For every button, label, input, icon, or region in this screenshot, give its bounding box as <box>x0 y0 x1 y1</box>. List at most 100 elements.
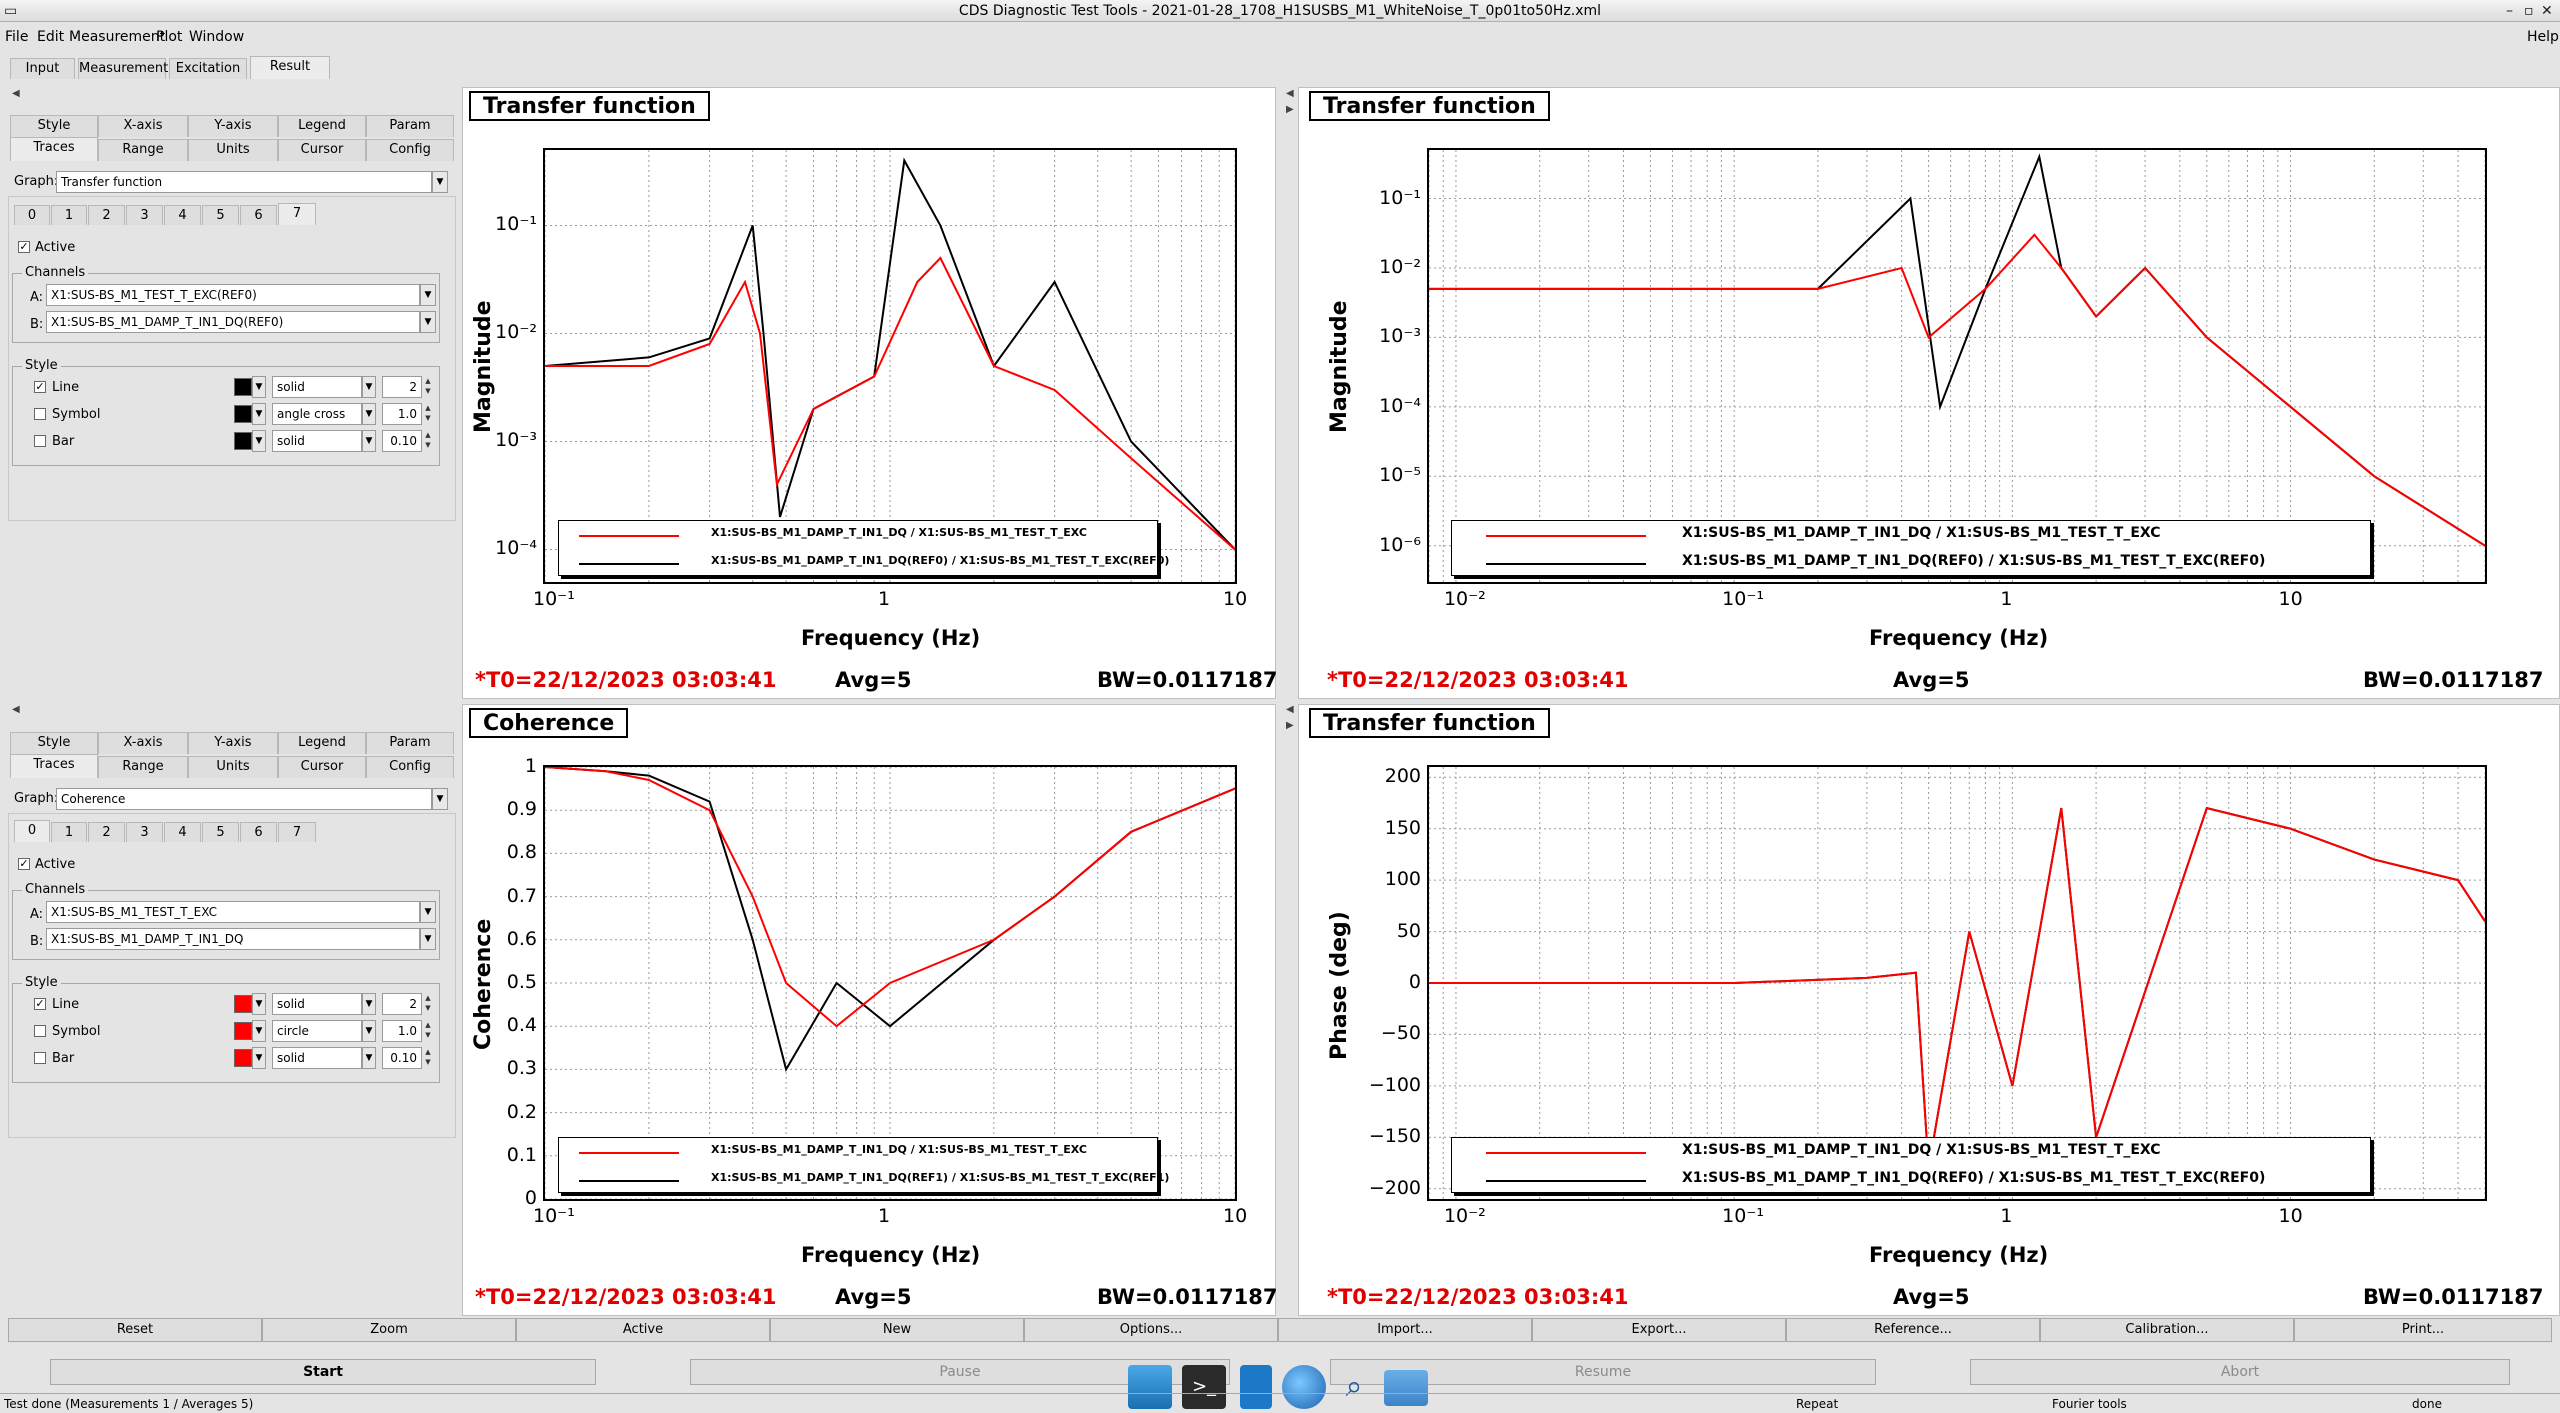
title-bar: ▭ CDS Diagnostic Test Tools - 2021-01-28… <box>0 0 2560 22</box>
tab-units[interactable]: Units <box>188 139 278 161</box>
x-tick-label: 10 <box>2278 588 2303 610</box>
menu-edit[interactable]: Edit <box>37 29 64 45</box>
y-tick-label: 0.4 <box>506 1014 537 1037</box>
legend-swatch <box>1486 535 1646 537</box>
plot-area[interactable] <box>1427 765 2487 1201</box>
tab-range[interactable]: Range <box>98 756 188 778</box>
legend-swatch <box>1486 1180 1646 1182</box>
y-tick-label: 10⁻⁴ <box>495 537 537 560</box>
collapse-left-icon[interactable]: ◀ <box>12 88 20 99</box>
tab-cursor[interactable]: Cursor <box>278 139 366 161</box>
close-icon[interactable]: ✕ <box>2541 0 2553 22</box>
new-button[interactable]: New <box>770 1318 1024 1342</box>
t0-label: *T0=22/12/2023 03:03:41 <box>1327 668 1629 692</box>
graph-select[interactable]: Coherence <box>56 788 432 810</box>
t0-label: *T0=22/12/2023 03:03:41 <box>475 668 777 692</box>
tab-param[interactable]: Param <box>366 115 454 137</box>
legend-swatch <box>579 1152 679 1154</box>
traces-frame <box>8 813 456 1138</box>
collapse-left-icon[interactable]: ◀ <box>12 704 20 715</box>
chevron-down-icon[interactable]: ▼ <box>432 788 448 810</box>
menu-help[interactable]: Help <box>2527 29 2559 45</box>
tab-range[interactable]: Range <box>98 139 188 161</box>
tab-y-axis[interactable]: Y-axis <box>188 115 278 137</box>
tab-style[interactable]: Style <box>10 115 98 137</box>
reset-button[interactable]: Reset <box>8 1318 262 1342</box>
legend: X1:SUS-BS_M1_DAMP_T_IN1_DQ / X1:SUS-BS_M… <box>1451 520 2371 576</box>
export-button[interactable]: Export... <box>1532 1318 1786 1342</box>
tab-legend[interactable]: Legend <box>278 115 366 137</box>
plot-area[interactable] <box>543 148 1237 584</box>
print-button[interactable]: Print... <box>2294 1318 2552 1342</box>
y-tick-label: 0.8 <box>506 841 537 864</box>
start-button[interactable]: Start <box>50 1359 596 1385</box>
y-axis-label: Coherence <box>471 918 496 1050</box>
series-line-1 <box>1429 806 2485 1169</box>
y-tick-label: 10⁻³ <box>1379 325 1421 348</box>
tab-y-axis[interactable]: Y-axis <box>188 732 278 754</box>
graph-title: Transfer function <box>1309 708 1550 738</box>
menu-file[interactable]: File <box>5 29 28 45</box>
y-tick-label: 200 <box>1384 765 1421 788</box>
legend-swatch <box>1486 1152 1646 1154</box>
x-axis-label: Frequency (Hz) <box>801 1243 981 1267</box>
legend-entry: X1:SUS-BS_M1_DAMP_T_IN1_DQ / X1:SUS-BS_M… <box>1452 1138 2370 1166</box>
legend-entry: X1:SUS-BS_M1_DAMP_T_IN1_DQ / X1:SUS-BS_M… <box>1452 521 2370 549</box>
window-title: CDS Diagnostic Test Tools - 2021-01-28_1… <box>958 3 1602 19</box>
graph-panel-4: Transfer function Phase (deg) Frequency … <box>1298 704 2560 1316</box>
series-line-0 <box>1429 806 2485 1169</box>
tab-units[interactable]: Units <box>188 756 278 778</box>
maximize-icon[interactable]: ▫ <box>2524 0 2534 22</box>
menu-measurement[interactable]: Measurement <box>69 29 165 45</box>
plot-area[interactable] <box>543 765 1237 1201</box>
x-tick-label: 10 <box>1223 588 1248 610</box>
chevron-down-icon[interactable]: ▼ <box>432 171 448 193</box>
x-tick-label: 10 <box>1223 1205 1248 1227</box>
zoom-button[interactable]: Zoom <box>262 1318 516 1342</box>
tab-style[interactable]: Style <box>10 732 98 754</box>
tab-legend[interactable]: Legend <box>278 732 366 754</box>
x-tick-label: 10⁻² <box>1443 588 1486 610</box>
window-menu-icon[interactable]: ▭ <box>4 0 17 22</box>
tab-input[interactable]: Input <box>10 58 75 79</box>
y-tick-label: 10⁻⁵ <box>1379 464 1421 487</box>
collapse-arrow-icon[interactable]: ▶ <box>1286 104 1294 115</box>
legend-text: X1:SUS-BS_M1_DAMP_T_IN1_DQ / X1:SUS-BS_M… <box>711 526 1087 539</box>
legend: X1:SUS-BS_M1_DAMP_T_IN1_DQ / X1:SUS-BS_M… <box>558 1137 1169 1193</box>
menu-window[interactable]: Window <box>189 29 244 45</box>
plot-area[interactable] <box>1427 148 2487 584</box>
x-tick-label: 1 <box>878 588 891 610</box>
tab-config[interactable]: Config <box>366 139 454 161</box>
tab-x-axis[interactable]: X-axis <box>98 732 188 754</box>
tab-excitation[interactable]: Excitation <box>169 58 247 79</box>
graph-title: Transfer function <box>1309 91 1550 121</box>
tab-cursor[interactable]: Cursor <box>278 756 366 778</box>
graph-select[interactable]: Transfer function <box>56 171 432 193</box>
tab-param[interactable]: Param <box>366 732 454 754</box>
tab-traces[interactable]: Traces <box>10 137 98 161</box>
options-button[interactable]: Options... <box>1024 1318 1278 1342</box>
legend-swatch <box>579 563 679 565</box>
expand-arrow-icon[interactable]: ◀ <box>1286 704 1294 715</box>
calibration-button[interactable]: Calibration... <box>2040 1318 2294 1342</box>
t0-label: *T0=22/12/2023 03:03:41 <box>1327 1285 1629 1309</box>
tab-traces[interactable]: Traces <box>10 754 98 778</box>
tab-x-axis[interactable]: X-axis <box>98 115 188 137</box>
import-button[interactable]: Import... <box>1278 1318 1532 1342</box>
tab-config[interactable]: Config <box>366 756 454 778</box>
minimize-icon[interactable]: – <box>2506 0 2513 22</box>
y-tick-label: 10⁻⁴ <box>1379 394 1421 417</box>
reference-button[interactable]: Reference... <box>1786 1318 2040 1342</box>
collapse-arrow-icon[interactable]: ▶ <box>1286 720 1294 731</box>
legend: X1:SUS-BS_M1_DAMP_T_IN1_DQ / X1:SUS-BS_M… <box>1451 1137 2371 1193</box>
tab-result[interactable]: Result <box>250 56 330 79</box>
legend-text: X1:SUS-BS_M1_DAMP_T_IN1_DQ(REF1) / X1:SU… <box>711 1171 1170 1184</box>
y-tick-label: 0.5 <box>506 971 537 993</box>
abort-button[interactable]: Abort <box>1970 1359 2510 1385</box>
menu-bar: File Edit Measurement Plot Window Help <box>0 27 2560 49</box>
tab-measurement[interactable]: Measurement <box>78 58 168 79</box>
graph-title: Transfer function <box>469 91 710 121</box>
active-button[interactable]: Active <box>516 1318 770 1342</box>
expand-arrow-icon[interactable]: ◀ <box>1286 88 1294 99</box>
menu-plot[interactable]: Plot <box>156 29 182 45</box>
